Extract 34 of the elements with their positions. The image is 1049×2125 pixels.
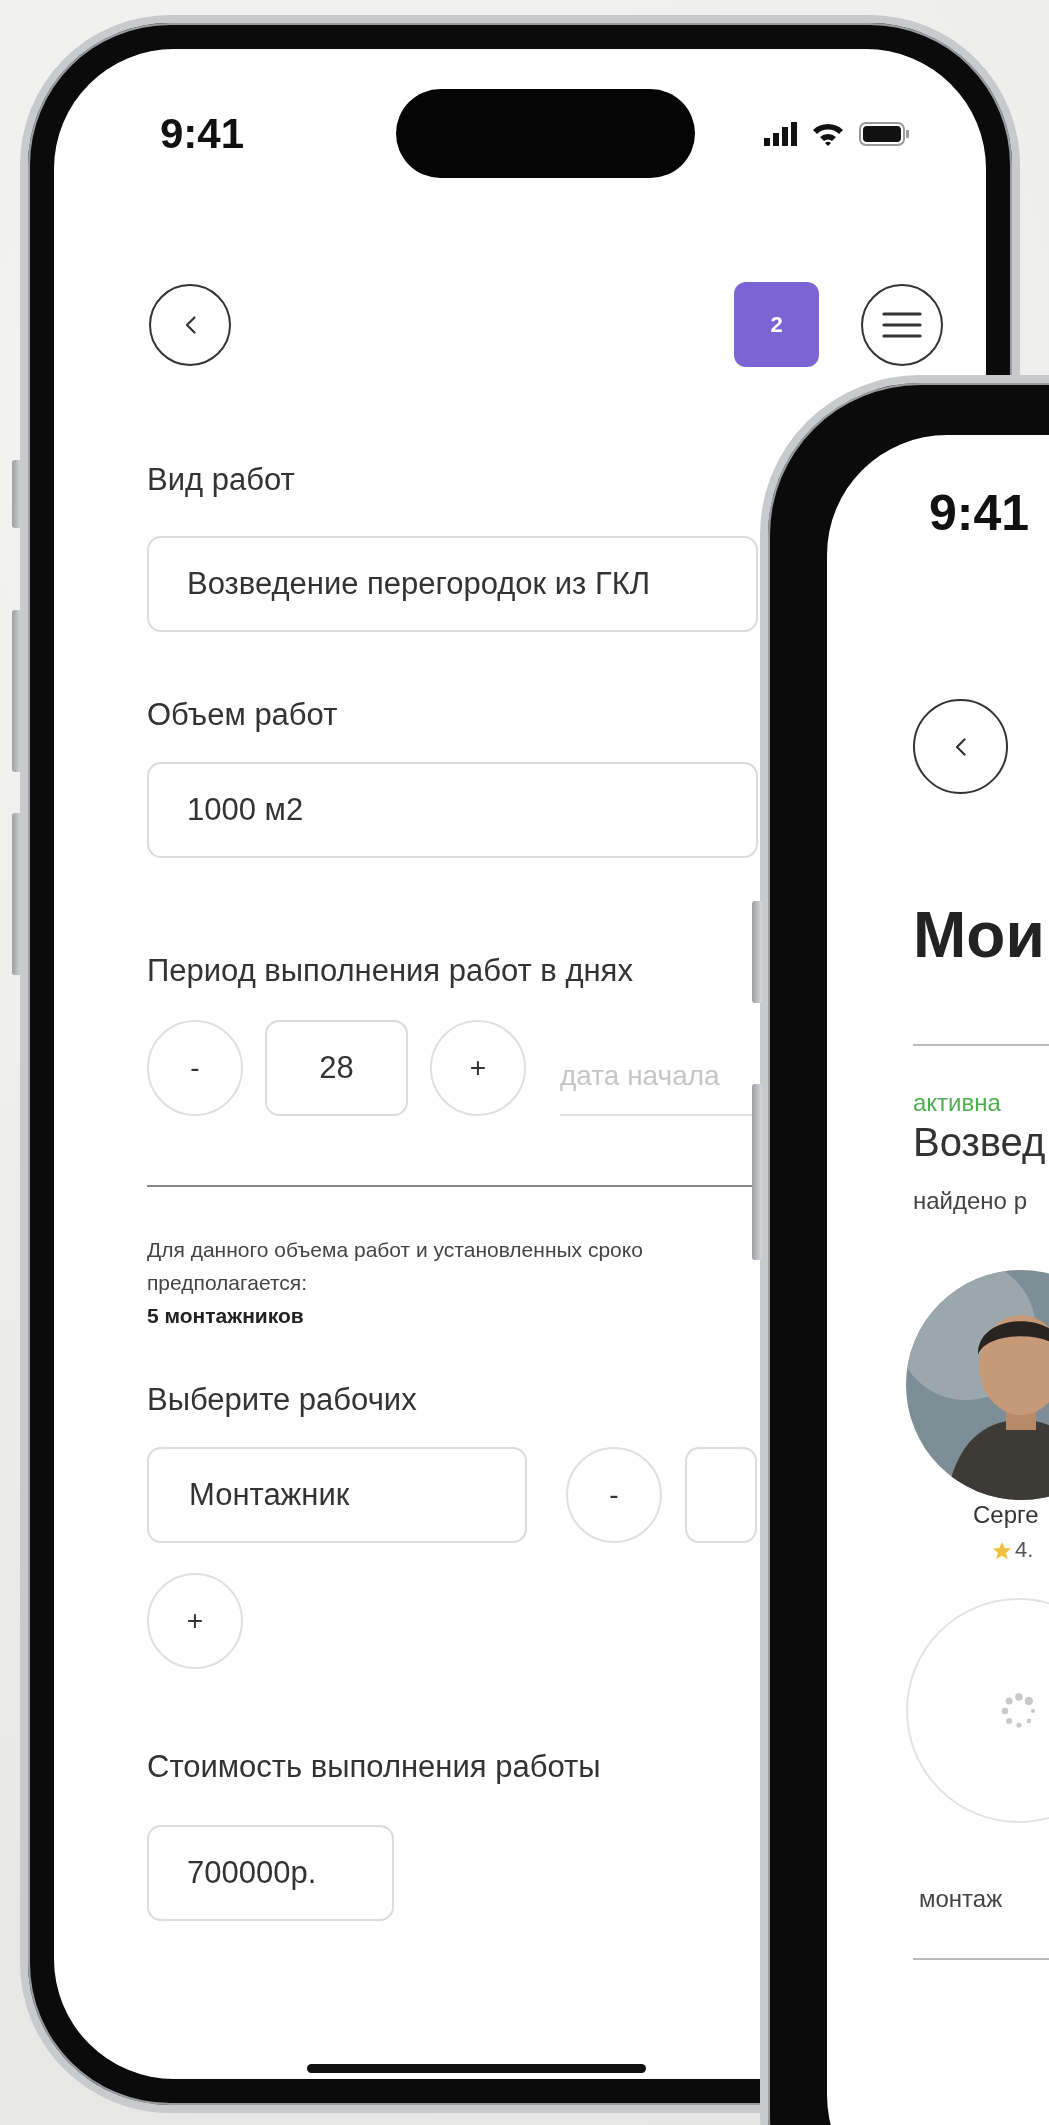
worker-rating: 4.: [1015, 1537, 1034, 1563]
order-title: Возвед: [913, 1120, 1047, 1164]
star-icon: [993, 1541, 1011, 1559]
found-text: найдено р: [913, 1186, 1028, 1216]
count-badge[interactable]: 2: [734, 282, 819, 367]
worker-role-field[interactable]: Монтажник: [147, 1447, 527, 1543]
cost-field[interactable]: 700000р.: [147, 1825, 394, 1921]
worker-role: монтаж: [919, 1884, 1004, 1914]
field-label: Выберите рабочих: [147, 1381, 418, 1419]
field-label: Период выполнения работ в днях: [147, 952, 634, 990]
worker-count-field[interactable]: [685, 1447, 757, 1543]
decrement-button[interactable]: -: [566, 1447, 662, 1543]
work-type-field[interactable]: Возведение перегородок из ГКЛ: [147, 536, 758, 632]
status-time: 9:41: [160, 109, 245, 158]
field-label: Стоимость выполнения работы: [147, 1748, 602, 1786]
add-worker-button[interactable]: +: [147, 1573, 243, 1669]
chevron-left-icon: [955, 737, 966, 756]
estimate-text: Для данного объема работ и установленных сроко: [147, 1237, 644, 1263]
estimate-result: 5 монтажников: [147, 1303, 305, 1329]
chevron-left-icon: [184, 315, 196, 334]
volume-field[interactable]: 1000 м2: [147, 762, 758, 858]
status-time: 9:41: [929, 484, 1030, 542]
battery-icon: [859, 121, 909, 146]
field-label: Вид работ: [147, 461, 296, 499]
start-date-field[interactable]: дата начала: [560, 1020, 757, 1116]
order-status: активна: [913, 1088, 1002, 1118]
estimate-text: предполагается:: [147, 1270, 308, 1296]
worker-name: Серге: [973, 1500, 1040, 1530]
signal-icon: [764, 121, 797, 146]
field-label: Объем работ: [147, 696, 339, 734]
increment-button[interactable]: +: [430, 1020, 526, 1116]
days-field[interactable]: 28: [265, 1020, 408, 1116]
page-title: Мои: [913, 898, 1046, 973]
decrement-button[interactable]: -: [147, 1020, 243, 1116]
